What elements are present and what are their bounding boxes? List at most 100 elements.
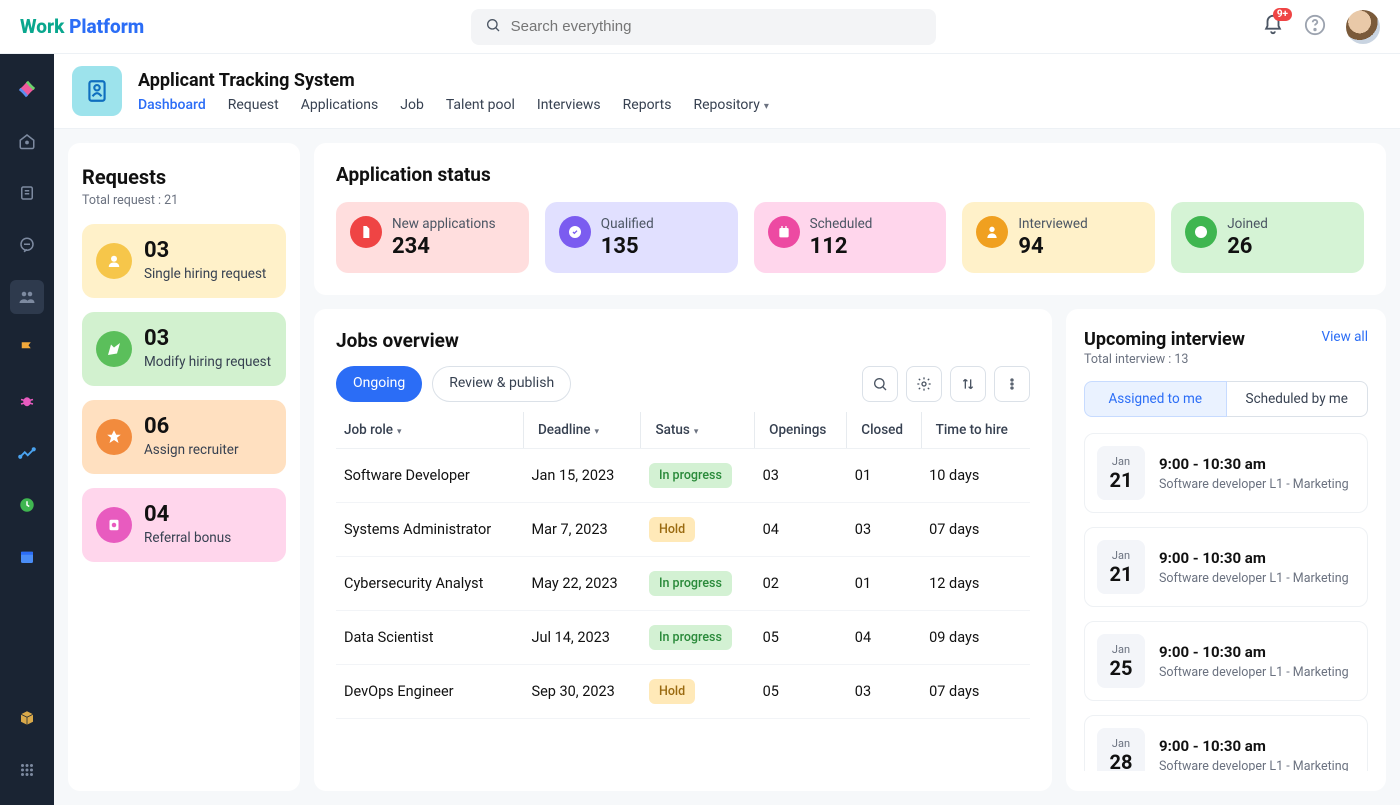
status-label: Qualified <box>601 216 654 232</box>
status-label: Scheduled <box>810 216 873 232</box>
avatar[interactable] <box>1346 10 1380 44</box>
request-card[interactable]: 03Modify hiring request <box>82 312 286 386</box>
search-icon <box>485 17 501 37</box>
request-label: Assign recruiter <box>144 442 239 458</box>
status-tile[interactable]: Interviewed94 <box>962 202 1155 273</box>
interview-sub: Software developer L1 - Marketing <box>1159 571 1349 586</box>
request-card-icon <box>96 243 132 279</box>
upcoming-interview-card: Upcoming interview View all Total interv… <box>1066 309 1386 791</box>
tab-reports[interactable]: Reports <box>623 97 672 113</box>
help-button[interactable] <box>1304 14 1326 40</box>
col-deadline[interactable]: Deadline▾ <box>523 412 641 449</box>
status-tile-icon <box>350 216 382 248</box>
pill-ongoing[interactable]: Ongoing <box>336 366 422 402</box>
status-tile-icon <box>768 216 800 248</box>
rail-analytics-icon[interactable] <box>10 436 44 470</box>
tab-talent-pool[interactable]: Talent pool <box>446 97 515 113</box>
jobs-settings-button[interactable] <box>906 366 942 402</box>
rail-clock-icon[interactable] <box>10 488 44 522</box>
jobs-more-button[interactable] <box>994 366 1030 402</box>
status-tile[interactable]: Scheduled112 <box>754 202 947 273</box>
status-count: 135 <box>601 234 654 259</box>
notifications-button[interactable]: 9+ <box>1262 14 1284 40</box>
jobs-search-button[interactable] <box>862 366 898 402</box>
status-tile[interactable]: Qualified 135 <box>545 202 738 273</box>
cell-deadline: Sep 30, 2023 <box>523 665 641 719</box>
brand-logo[interactable]: Work Platform <box>20 15 144 38</box>
tab-job[interactable]: Job <box>400 97 424 113</box>
tab-interviews[interactable]: Interviews <box>537 97 601 113</box>
tab-dashboard[interactable]: Dashboard <box>138 97 206 113</box>
col-closed[interactable]: Closed <box>847 412 921 449</box>
interview-item[interactable]: Jan289:00 - 10:30 amSoftware developer L… <box>1084 715 1368 771</box>
request-count: 04 <box>144 504 231 526</box>
rail-document-icon[interactable] <box>10 176 44 210</box>
table-row[interactable]: Systems AdministratorMar 7, 2023Hold0403… <box>336 503 1030 557</box>
module-icon <box>72 66 122 116</box>
rail-apps-icon[interactable] <box>10 753 44 787</box>
seg-assigned-to-me[interactable]: Assigned to me <box>1084 381 1227 417</box>
interview-item[interactable]: Jan259:00 - 10:30 amSoftware developer L… <box>1084 621 1368 701</box>
cell-status: Hold <box>641 503 755 557</box>
col-status[interactable]: Satus▾ <box>641 412 755 449</box>
interview-item[interactable]: Jan219:00 - 10:30 amSoftware developer L… <box>1084 433 1368 513</box>
request-count: 06 <box>144 416 239 438</box>
interview-item[interactable]: Jan219:00 - 10:30 amSoftware developer L… <box>1084 527 1368 607</box>
cell-openings: 02 <box>755 557 847 611</box>
application-status-card: Application status New applications234Qu… <box>314 143 1386 295</box>
module-header: Applicant Tracking System DashboardReque… <box>54 54 1400 129</box>
cell-status: In progress <box>641 557 755 611</box>
col-job-role[interactable]: Job role▾ <box>336 412 523 449</box>
view-all-link[interactable]: View all <box>1322 329 1368 345</box>
tab-applications[interactable]: Applications <box>301 97 379 113</box>
cell-closed: 03 <box>847 665 921 719</box>
cell-role: Cybersecurity Analyst <box>336 557 523 611</box>
rail-package-icon[interactable] <box>10 701 44 735</box>
request-card[interactable]: 04Referral bonus <box>82 488 286 562</box>
interview-time: 9:00 - 10:30 am <box>1159 643 1349 661</box>
upcoming-segment: Assigned to me Scheduled by me <box>1084 381 1368 417</box>
request-card-icon <box>96 331 132 367</box>
jobs-sort-button[interactable] <box>950 366 986 402</box>
request-count: 03 <box>144 240 266 262</box>
interview-time: 9:00 - 10:30 am <box>1159 737 1349 755</box>
rail-bug-icon[interactable] <box>10 384 44 418</box>
jobs-table: Job role▾ Deadline▾ Satus▾ Openings Clos… <box>336 412 1030 719</box>
col-time-to-hire[interactable]: Time to hire <box>921 412 1030 449</box>
tab-request[interactable]: Request <box>228 97 279 113</box>
table-row[interactable]: DevOps EngineerSep 30, 2023Hold050307 da… <box>336 665 1030 719</box>
rail-flag-icon[interactable] <box>10 332 44 366</box>
status-tile[interactable]: Joined26 <box>1171 202 1364 273</box>
rail-chat-icon[interactable] <box>10 228 44 262</box>
request-card[interactable]: 03 Single hiring request <box>82 224 286 298</box>
cell-closed: 01 <box>847 449 921 503</box>
topbar: Work Platform 9+ <box>0 0 1400 54</box>
cell-role: Data Scientist <box>336 611 523 665</box>
pill-review-publish[interactable]: Review & publish <box>432 366 571 402</box>
status-count: 26 <box>1227 234 1268 259</box>
request-label: Single hiring request <box>144 266 266 282</box>
table-row[interactable]: Cybersecurity AnalystMay 22, 2023In prog… <box>336 557 1030 611</box>
cell-openings: 03 <box>755 449 847 503</box>
table-row[interactable]: Data ScientistJul 14, 2023In progress050… <box>336 611 1030 665</box>
rail-home-icon[interactable] <box>10 124 44 158</box>
interview-time: 9:00 - 10:30 am <box>1159 455 1349 473</box>
status-tile[interactable]: New applications234 <box>336 202 529 273</box>
global-search[interactable] <box>471 9 936 45</box>
col-openings[interactable]: Openings <box>755 412 847 449</box>
table-row[interactable]: Software DeveloperJan 15, 2023In progres… <box>336 449 1030 503</box>
interview-date-chip: Jan28 <box>1097 728 1145 771</box>
request-card[interactable]: 06 Assign recruiter <box>82 400 286 474</box>
rail-app-logo[interactable] <box>10 72 44 106</box>
seg-scheduled-by-me[interactable]: Scheduled by me <box>1227 381 1369 417</box>
upcoming-subtitle: Total interview : 13 <box>1084 352 1368 367</box>
upcoming-title: Upcoming interview <box>1084 329 1245 350</box>
cell-deadline: May 22, 2023 <box>523 557 641 611</box>
request-count: 03 <box>144 328 271 350</box>
tab-repository[interactable]: Repository▾ <box>693 97 768 113</box>
request-card-icon <box>96 419 132 455</box>
rail-people-icon[interactable] <box>10 280 44 314</box>
rail-calendar-icon[interactable] <box>10 540 44 574</box>
search-input[interactable] <box>511 18 922 35</box>
status-badge: Hold <box>649 517 695 542</box>
